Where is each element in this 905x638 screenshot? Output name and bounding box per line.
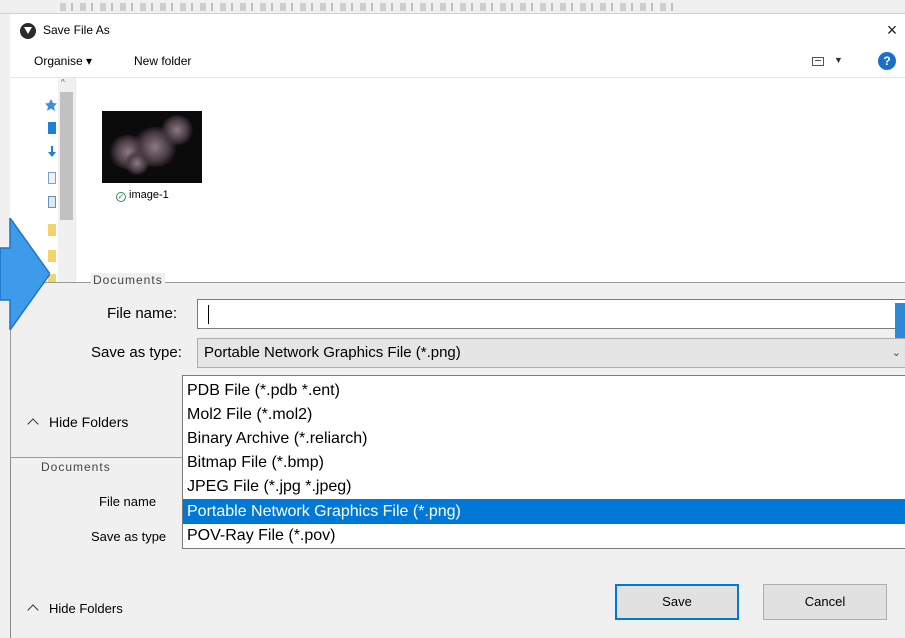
hide-folders-label: Hide Folders <box>49 601 123 616</box>
desktop-icon <box>48 122 56 134</box>
background-window-content <box>60 3 680 11</box>
background-window-strip <box>0 0 905 14</box>
file-view[interactable]: ✓ image-1 <box>76 78 905 282</box>
scroll-up-icon[interactable]: ^ <box>61 78 65 87</box>
hide-folders-button[interactable]: Hide Folders <box>27 414 129 430</box>
file-item[interactable]: ✓ image-1 <box>116 189 169 202</box>
chevron-up-icon <box>27 418 39 430</box>
chevron-up-icon <box>27 604 39 616</box>
close-icon[interactable]: × <box>879 17 905 43</box>
save-as-type-select[interactable]: Portable Network Graphics File (*.png) ⌄ <box>197 338 905 368</box>
chevron-down-icon: ▼ <box>834 55 843 65</box>
dropdown-option[interactable]: Binary Archive (*.reliarch) <box>183 426 905 451</box>
dropdown-option[interactable]: PDB File (*.pdb *.ent) <box>183 378 905 403</box>
dropdown-option[interactable]: POV-Ray File (*.pov) <box>183 523 905 548</box>
toolbar: Organise ▾ New folder ▼ ? <box>10 46 905 78</box>
hide-folders-button[interactable]: Hide Folders <box>27 601 123 616</box>
file-thumbnail[interactable] <box>102 111 202 183</box>
pictures-icon <box>48 196 56 208</box>
save-button[interactable]: Save <box>615 584 739 620</box>
window-title: Save File As <box>43 23 110 37</box>
cancel-button[interactable]: Cancel <box>763 584 887 620</box>
new-folder-button[interactable]: New folder <box>134 54 191 68</box>
documents-label: Documents <box>41 460 111 474</box>
documents-label: Documents <box>91 273 165 287</box>
arrow-right-icon <box>0 218 50 330</box>
document-icon <box>48 172 56 184</box>
file-name-input[interactable] <box>197 299 905 329</box>
file-name-label: File name <box>99 494 157 509</box>
save-as-type-label: Save as type <box>91 529 167 544</box>
quick-access-star-icon <box>45 99 57 111</box>
view-icon <box>812 57 824 66</box>
file-name-label: image-1 <box>129 189 169 201</box>
app-icon <box>20 23 36 39</box>
dropdown-option[interactable]: Bitmap File (*.bmp) <box>183 450 905 475</box>
dropdown-option[interactable]: Mol2 File (*.mol2) <box>183 402 905 427</box>
organise-menu[interactable]: Organise ▾ <box>34 54 92 68</box>
thumbnail-molecule <box>124 151 150 175</box>
scrollbar-thumb[interactable] <box>60 92 73 220</box>
file-name-label: File name: <box>107 305 178 322</box>
save-as-type-value: Portable Network Graphics File (*.png) <box>204 344 461 361</box>
file-name-field[interactable] <box>198 300 905 328</box>
text-caret <box>208 305 209 324</box>
download-icon <box>48 146 56 157</box>
nav-scrollbar[interactable]: ^ <box>58 78 75 282</box>
dropdown-option-selected[interactable]: Portable Network Graphics File (*.png) <box>183 499 905 524</box>
thumbnail-molecule <box>160 115 194 145</box>
dropdown-option[interactable]: JPEG File (*.jpg *.jpeg) <box>183 474 905 499</box>
file-type-dropdown[interactable]: PDB File (*.pdb *.ent) Mol2 File (*.mol2… <box>182 375 905 549</box>
help-icon[interactable]: ? <box>878 52 896 70</box>
check-circle-icon: ✓ <box>116 192 126 202</box>
hide-folders-label: Hide Folders <box>49 414 129 430</box>
save-as-type-label: Save as type: <box>91 344 182 361</box>
title-bar: Save File As × <box>10 14 905 46</box>
change-view-button[interactable]: ▼ <box>812 55 846 69</box>
save-dialog: Save File As × Organise ▾ New folder ▼ ?… <box>0 0 905 638</box>
chevron-down-icon: ⌄ <box>891 347 901 359</box>
